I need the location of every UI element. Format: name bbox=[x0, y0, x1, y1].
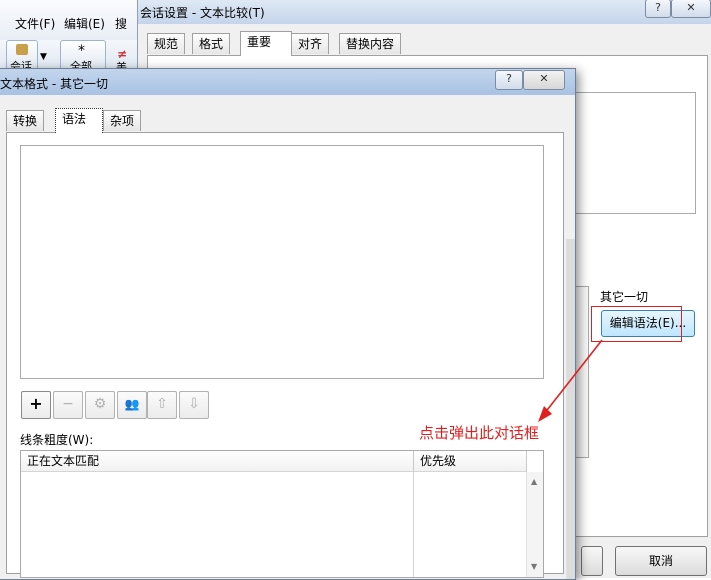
line-thickness-label: 线条粗度(W): bbox=[20, 433, 94, 447]
remove-icon[interactable]: − bbox=[53, 391, 83, 419]
bg-list[interactable] bbox=[568, 92, 696, 214]
scroll-down-icon[interactable]: ▼ bbox=[531, 562, 537, 571]
fg-help-button[interactable]: ? bbox=[495, 70, 523, 90]
fg-close-button[interactable]: ✕ bbox=[523, 70, 565, 90]
col-header-matching[interactable]: 正在文本匹配 bbox=[21, 451, 414, 472]
tab-misc[interactable]: 杂项 bbox=[103, 110, 142, 131]
tab-important[interactable]: 重要 bbox=[240, 31, 292, 56]
scroll-up-icon[interactable]: ▲ bbox=[531, 477, 537, 486]
tab-align[interactable]: 对齐 bbox=[291, 33, 330, 54]
text-format-dialog: 文本格式 - 其它一切 ? ✕ 转换 语法 杂项 + − ⚙ 👥 ⇧ ⇩ 线条粗… bbox=[0, 68, 576, 580]
bg-close-button[interactable]: ✕ bbox=[671, 0, 711, 18]
cancel-button[interactable]: 取消 bbox=[615, 546, 707, 576]
bg-dialog-title: 会话设置 - 文本比较(T) bbox=[140, 6, 265, 20]
tab-spec[interactable]: 规范 bbox=[147, 33, 186, 54]
bg-tab-strip: 规范 格式 重要 对齐 替换内容 bbox=[147, 31, 707, 56]
menu-edit[interactable]: 编辑(E) bbox=[64, 15, 105, 32]
move-down-icon[interactable]: ⇩ bbox=[179, 391, 209, 419]
annotation-arrow bbox=[538, 339, 603, 422]
section-label: 其它一切 bbox=[600, 290, 649, 304]
tab-format[interactable]: 格式 bbox=[192, 33, 231, 54]
match-table[interactable]: 正在文本匹配 优先级 ▲ ▼ bbox=[20, 450, 544, 578]
tab-replace[interactable]: 替换内容 bbox=[339, 33, 402, 54]
dropdown-arrow-icon[interactable]: ▼ bbox=[40, 52, 47, 62]
menu-file[interactable]: 文件(F) bbox=[15, 15, 55, 32]
grammar-list[interactable] bbox=[20, 145, 544, 379]
table-scrollbar[interactable]: ▲ ▼ bbox=[526, 472, 543, 577]
bg-help-button[interactable]: ? bbox=[645, 0, 671, 18]
fg-tab-strip: 转换 语法 杂项 bbox=[6, 108, 406, 133]
group-icon[interactable]: 👥 bbox=[117, 391, 147, 419]
app-menubar: 文件(F) 编辑(E) 搜 bbox=[0, 0, 138, 40]
fg-dialog-title: 文本格式 - 其它一切 bbox=[0, 77, 108, 91]
ok-button-partial[interactable] bbox=[581, 546, 603, 576]
tab-convert[interactable]: 转换 bbox=[6, 110, 45, 131]
tab-grammar[interactable]: 语法 bbox=[55, 108, 103, 133]
asterisk-icon: * bbox=[78, 43, 85, 59]
briefcase-icon bbox=[16, 44, 28, 55]
col-header-priority[interactable]: 优先级 bbox=[414, 451, 527, 472]
settings-icon[interactable]: ⚙ bbox=[85, 391, 115, 419]
bg-dialog-titlebar: 会话设置 - 文本比较(T) ? ✕ bbox=[138, 0, 711, 24]
add-icon[interactable]: + bbox=[21, 391, 51, 419]
column-divider bbox=[413, 472, 414, 577]
menu-search[interactable]: 搜 bbox=[115, 15, 127, 32]
fg-dialog-titlebar: 文本格式 - 其它一切 ? ✕ bbox=[0, 69, 575, 95]
annotation-text: 点击弹出此对话框 bbox=[419, 424, 540, 442]
move-up-icon[interactable]: ⇧ bbox=[147, 391, 177, 419]
